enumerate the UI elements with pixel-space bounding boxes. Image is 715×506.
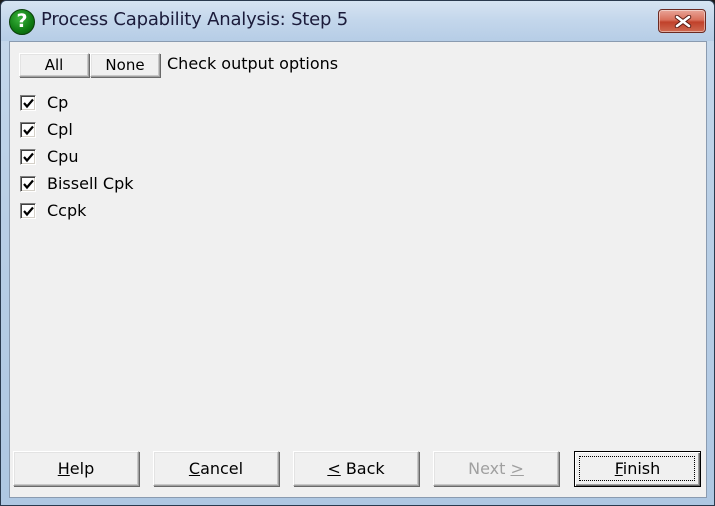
checkmark-icon	[23, 98, 34, 109]
checkbox[interactable]	[20, 122, 36, 138]
option-label: Ccpk	[47, 201, 87, 220]
checkmark-icon	[23, 206, 34, 217]
checkbox[interactable]	[20, 95, 36, 111]
back-button[interactable]: < Back	[293, 451, 419, 486]
close-button[interactable]	[658, 9, 706, 33]
checkmark-icon	[23, 152, 34, 163]
checkbox[interactable]	[20, 203, 36, 219]
help-button[interactable]: Help	[13, 451, 139, 486]
checkmark-icon	[23, 179, 34, 190]
cancel-button[interactable]: Cancel	[153, 451, 279, 486]
option-label: Cpl	[47, 120, 73, 139]
select-all-button[interactable]: All	[19, 53, 89, 77]
checkmark-icon	[23, 125, 34, 136]
checkbox[interactable]	[20, 149, 36, 165]
next-button[interactable]: Next >	[433, 451, 559, 486]
option-label: Bissell Cpk	[47, 174, 134, 193]
options-header-label: Check output options	[167, 54, 339, 73]
option-label: Cp	[47, 93, 69, 112]
question-icon: ?	[9, 9, 35, 35]
select-none-button[interactable]: None	[90, 53, 160, 77]
dialog-window: ? Process Capability Analysis: Step 5 Al…	[0, 0, 715, 506]
finish-button[interactable]: Finish	[574, 451, 701, 487]
window-title: Process Capability Analysis: Step 5	[41, 9, 349, 30]
dialog-client-area: All None Check output options Cp Cpl Cpu	[9, 41, 707, 498]
checkbox[interactable]	[20, 176, 36, 192]
close-icon	[674, 15, 692, 28]
option-label: Cpu	[47, 147, 79, 166]
title-bar[interactable]: ? Process Capability Analysis: Step 5	[1, 1, 714, 41]
